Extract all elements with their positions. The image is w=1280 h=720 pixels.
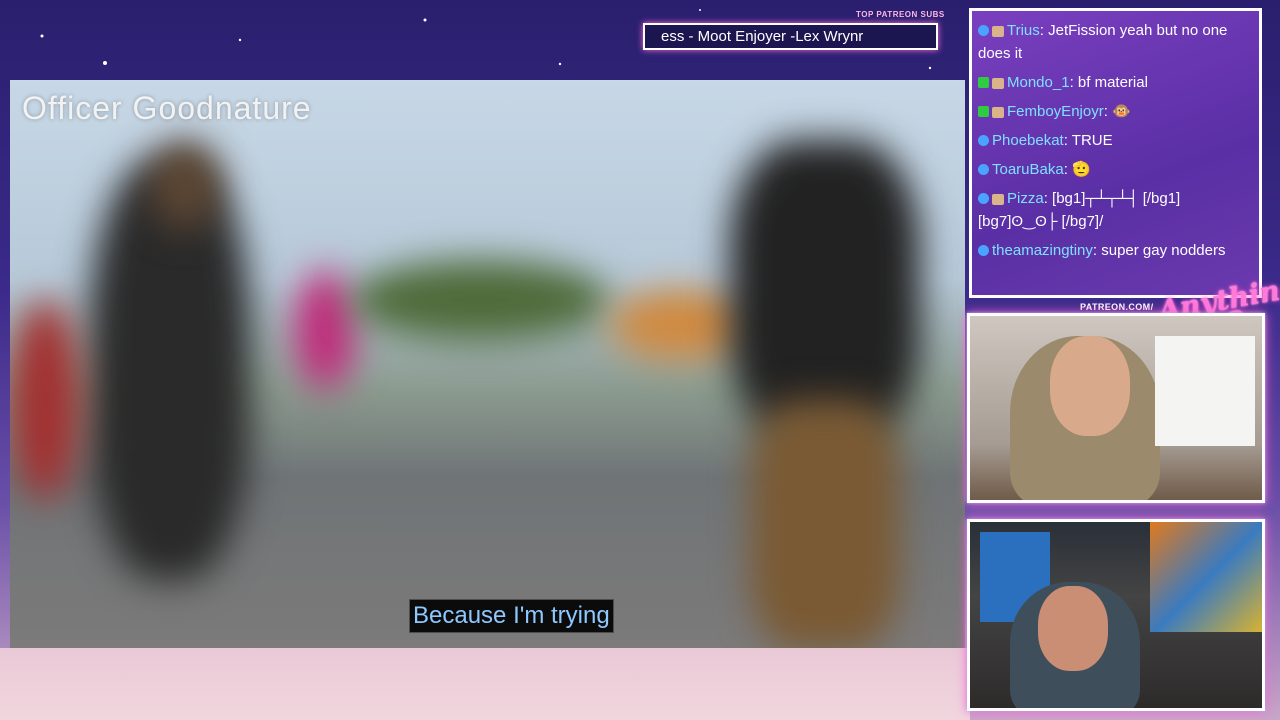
moderator-badge-icon: [978, 105, 989, 117]
subscriber-badge-icon: [978, 244, 989, 256]
chat-message: Pizza: [bg1]┬┴┬┴┤ [/bg1] [bg7]ʘ‿ʘ├ [/bg7…: [978, 187, 1253, 233]
chat-text: : 🐵: [1103, 103, 1131, 120]
chat-text: : super gay nodders: [1092, 242, 1226, 259]
chat-message: FemboyEnjoyr: 🐵: [978, 100, 1253, 123]
chat-username[interactable]: Phoebekat: [992, 132, 1064, 149]
chat-message: Phoebekat: TRUE: [978, 129, 1253, 152]
chat-message: Mondo_1: bf material: [978, 71, 1253, 94]
chat-username[interactable]: Mondo_1: [1007, 74, 1070, 91]
webcam-bottom: [967, 519, 1265, 711]
video-caption: Because I'm trying: [409, 599, 614, 633]
chat-panel[interactable]: Trius: JetFission yeah but no one does i…: [969, 8, 1262, 298]
emote-badge-icon: [992, 77, 1004, 89]
patreon-url: PATREON.COM/: [1080, 302, 1154, 312]
ticker-text: ess - Moot Enjoyer -Lex Wrynr: [661, 28, 864, 45]
chat-username[interactable]: Pizza: [1007, 190, 1044, 207]
subscriber-badge-icon: [978, 134, 989, 146]
subscriber-badge-icon: [978, 24, 989, 36]
bottom-decor-band: [0, 648, 970, 720]
webcam-top: [967, 313, 1265, 503]
chat-username[interactable]: Trius: [1007, 22, 1040, 39]
patreon-ticker: ess - Moot Enjoyer -Lex Wrynr: [643, 23, 938, 50]
moderator-badge-icon: [978, 76, 989, 88]
chat-message: theamazingtiny: super gay nodders: [978, 239, 1253, 262]
subscriber-badge-icon: [978, 163, 989, 175]
chat-text: : bf material: [1069, 74, 1148, 91]
emote-badge-icon: [992, 106, 1004, 118]
subscriber-badge-icon: [978, 192, 989, 204]
chat-text: : 🫡: [1063, 161, 1091, 178]
chat-message: Trius: JetFission yeah but no one does i…: [978, 19, 1253, 65]
chat-message: ToaruBaka: 🫡: [978, 158, 1253, 181]
video-title: Officer Goodnature: [22, 90, 312, 126]
chat-text: : TRUE: [1063, 132, 1113, 149]
emote-badge-icon: [992, 193, 1004, 205]
chat-username[interactable]: ToaruBaka: [992, 161, 1064, 178]
main-video[interactable]: Officer Goodnature Because I'm trying: [10, 80, 965, 648]
chat-username[interactable]: theamazingtiny: [992, 242, 1093, 259]
emote-badge-icon: [992, 25, 1004, 37]
chat-username[interactable]: FemboyEnjoyr: [1007, 103, 1104, 120]
top-patreon-subs-label: TOP PATREON SUBS: [856, 10, 945, 19]
